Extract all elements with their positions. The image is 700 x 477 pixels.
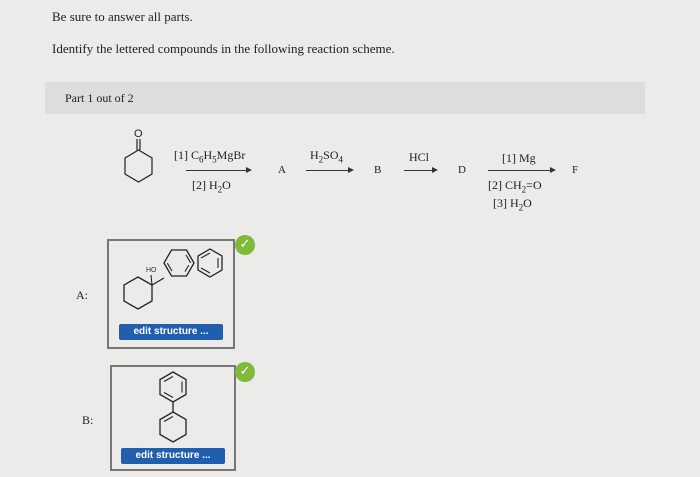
step2-arrow	[306, 170, 348, 171]
answer-b-structure	[159, 371, 187, 443]
answer-b-structure-box[interactable]: edit structure ...	[110, 365, 236, 471]
answer-a-edit-structure-button[interactable]: edit structure ...	[119, 324, 223, 340]
hydroxyl-label: HO	[146, 267, 157, 274]
step1-arrow	[186, 170, 246, 171]
part-header: Part 1 out of 2	[45, 82, 645, 114]
step2-arrowhead	[348, 167, 354, 173]
step1-reagent-top: [1] C6H5MgBr	[174, 148, 246, 165]
answer-b-label: B:	[82, 413, 94, 427]
step4-reagent-top: [1] Mg	[502, 151, 536, 165]
answer-a-structure: HO	[123, 248, 223, 310]
answer-a-correct-check-icon: ✓	[235, 235, 255, 255]
compound-b-letter: B	[374, 164, 382, 176]
svg-text:O: O	[134, 128, 143, 140]
answer-a-label: A:	[76, 288, 88, 302]
step3-reagent-top: HCl	[409, 150, 430, 164]
compound-f-letter: F	[572, 164, 579, 176]
step1-reagent-bottom: [2] H2O	[192, 178, 231, 195]
compound-d-letter: D	[458, 164, 466, 176]
answer-a-structure-box[interactable]: HO edit structure ...	[107, 239, 235, 349]
step3-arrow	[404, 170, 432, 171]
instruction-line-2: Identify the lettered compounds in the f…	[52, 41, 395, 56]
answer-b-edit-structure-button[interactable]: edit structure ...	[121, 448, 225, 464]
step2-reagent-top: H2SO4	[310, 148, 344, 165]
step1-arrowhead	[246, 167, 252, 173]
cyclohexanone-structure: O	[124, 128, 153, 183]
instruction-line-1: Be sure to answer all parts.	[52, 9, 193, 24]
compound-a-letter: A	[278, 164, 286, 176]
step4-arrowhead	[550, 167, 556, 173]
answer-b-correct-check-icon: ✓	[235, 362, 255, 382]
step4-reagent-bottom-1: [2] CH2=O	[488, 178, 542, 195]
part-label: Part 1 out of 2	[65, 91, 134, 105]
step4-reagent-bottom-2: [3] H2O	[493, 196, 532, 213]
step3-arrowhead	[432, 167, 438, 173]
step4-arrow	[488, 170, 550, 171]
